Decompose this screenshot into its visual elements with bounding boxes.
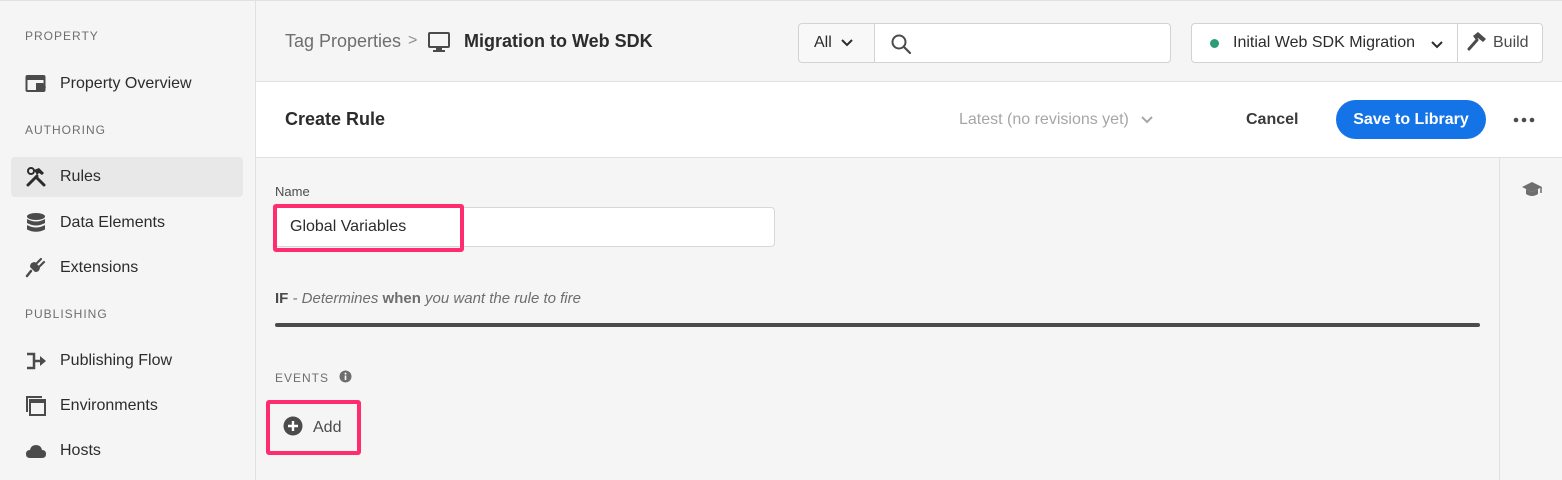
graduation-cap-icon[interactable]: [1521, 180, 1543, 205]
sidebar-item-label: Property Overview: [60, 75, 192, 92]
if-description-when: when: [382, 290, 421, 307]
top-bar: Tag Properties > Migration to Web SDK Al…: [256, 0, 1562, 82]
if-section-heading: IF - Determines when you want the rule t…: [275, 290, 581, 307]
build-button[interactable]: Build: [1457, 23, 1543, 63]
page-title: Create Rule: [285, 109, 386, 129]
add-label: Add: [313, 419, 342, 436]
breadcrumb-parent-link[interactable]: Tag Properties: [285, 31, 401, 52]
sidebar-item-rules[interactable]: Rules: [11, 157, 243, 197]
revision-select-value: Latest (no revisions yet): [959, 111, 1129, 128]
section-label-publishing: PUBLISHING: [25, 307, 108, 321]
library-select[interactable]: Initial Web SDK Migration: [1191, 23, 1458, 63]
sidebar-item-label: Extensions: [60, 259, 139, 276]
sidebar-item-environments[interactable]: Environments: [11, 386, 243, 426]
scope-select[interactable]: All: [798, 23, 875, 63]
section-divider: [275, 323, 1480, 327]
sidebar-item-hosts[interactable]: Hosts: [11, 431, 243, 471]
info-icon[interactable]: [339, 370, 352, 386]
cloud-icon: [25, 440, 47, 462]
if-keyword: IF: [275, 290, 289, 307]
sidebar-item-label: Data Elements: [60, 214, 165, 231]
library-status-dot: [1210, 38, 1219, 48]
database-icon: [25, 212, 47, 234]
if-description-prefix: - Determines: [288, 290, 383, 307]
window-stack-icon: [25, 395, 47, 417]
sidebar-item-label: Rules: [60, 168, 101, 185]
save-to-library-button[interactable]: Save to Library: [1336, 100, 1486, 139]
build-label: Build: [1493, 34, 1529, 51]
events-section-label: EVENTS: [275, 370, 352, 386]
name-input[interactable]: [290, 214, 760, 240]
search-icon: [891, 34, 912, 59]
monitor-icon: [428, 32, 450, 58]
name-field-label: Name: [275, 184, 310, 199]
rule-form: Name IF - Determines when you want the r…: [256, 158, 1500, 480]
scope-select-value: All: [814, 34, 832, 51]
add-event-button[interactable]: Add: [283, 416, 341, 440]
cancel-button[interactable]: Cancel: [1246, 111, 1298, 129]
right-rail: [1499, 158, 1562, 480]
hammer-icon: [1467, 31, 1487, 56]
sidebar-item-label: Hosts: [60, 442, 101, 459]
breadcrumb-separator: >: [408, 32, 418, 49]
sidebar-item-property-overview[interactable]: Property Overview: [11, 64, 243, 104]
publishing-flow-icon: [25, 350, 47, 372]
sidebar: PROPERTY Property Overview AUTHORING Rul…: [0, 0, 256, 480]
sidebar-item-label: Publishing Flow: [60, 352, 173, 369]
sidebar-item-data-elements[interactable]: Data Elements: [11, 203, 243, 243]
sidebar-item-label: Environments: [60, 397, 158, 414]
breadcrumb-current: Migration to Web SDK: [464, 31, 653, 51]
plug-icon: [25, 257, 47, 279]
sidebar-item-extensions[interactable]: Extensions: [11, 248, 243, 288]
chevron-down-icon: [1141, 111, 1153, 129]
revision-select[interactable]: Latest (no revisions yet): [959, 111, 1153, 129]
chevron-down-icon: [1431, 36, 1443, 54]
search-input[interactable]: [923, 30, 1163, 56]
library-select-value: Initial Web SDK Migration: [1233, 34, 1415, 51]
chevron-down-icon: [841, 34, 853, 52]
add-circle-icon: [283, 416, 303, 441]
events-label-text: EVENTS: [275, 371, 330, 385]
section-label-property: PROPERTY: [25, 29, 99, 43]
search-field[interactable]: [874, 23, 1171, 63]
name-field[interactable]: [275, 207, 775, 247]
sidebar-item-publishing-flow[interactable]: Publishing Flow: [11, 341, 243, 381]
property-overview-icon: [25, 73, 47, 95]
rule-header: Create Rule Latest (no revisions yet) Ca…: [256, 82, 1562, 158]
hammer-wrench-icon: [25, 166, 47, 188]
more-horizontal-icon[interactable]: [1512, 108, 1536, 132]
if-description-suffix: you want the rule to fire: [420, 290, 581, 307]
section-label-authoring: AUTHORING: [25, 123, 106, 137]
